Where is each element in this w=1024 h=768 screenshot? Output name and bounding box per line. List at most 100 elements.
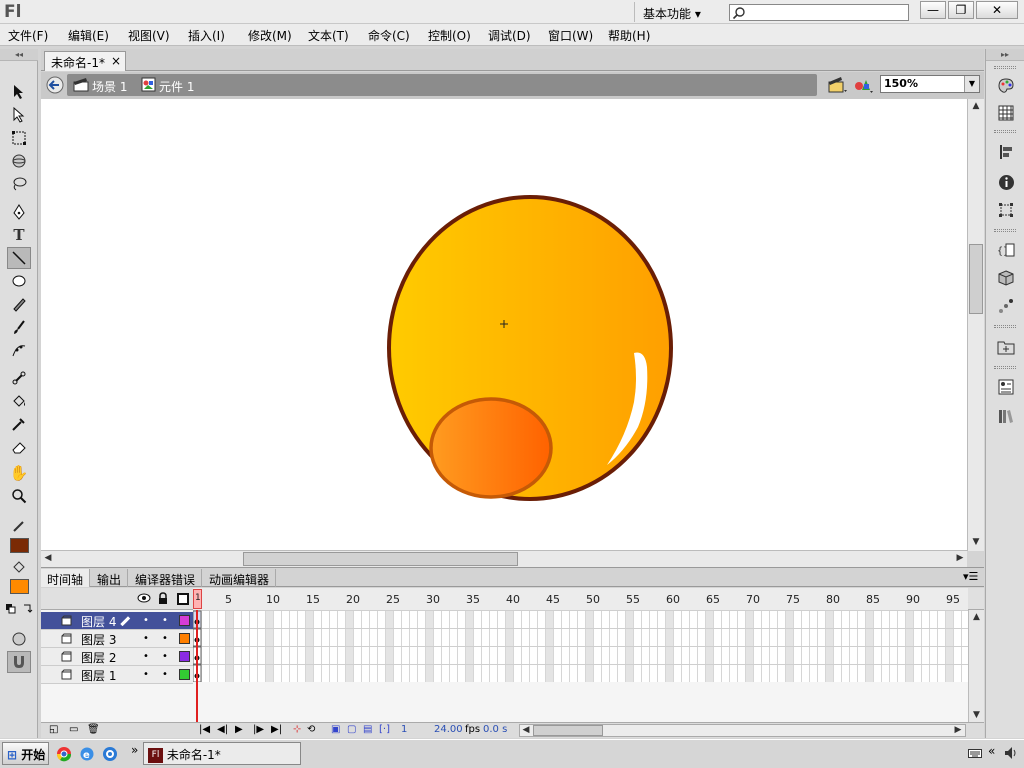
eraser-tool-icon[interactable] — [7, 436, 31, 458]
line-tool-icon[interactable] — [7, 247, 31, 269]
chrome-icon[interactable] — [56, 746, 72, 762]
menu-insert[interactable]: 插入(I) — [188, 27, 225, 44]
bone-tool-icon[interactable] — [7, 367, 31, 389]
library-panel-icon[interactable] — [995, 405, 1017, 427]
restore-button[interactable]: ❐ — [948, 1, 974, 19]
scroll-right-icon[interactable]: ▶ — [953, 551, 967, 567]
scroll-up-icon[interactable]: ▲ — [968, 99, 984, 115]
layer-row[interactable]: 图层 1 • • — [41, 666, 193, 684]
step-back-icon[interactable]: ◀| — [217, 724, 228, 735]
motion-presets-icon[interactable] — [995, 295, 1017, 317]
layer-row[interactable]: 图层 3 • • — [41, 630, 193, 648]
lasso-tool-icon[interactable] — [7, 173, 31, 195]
zoom-select[interactable]: 150% ▼ — [880, 75, 980, 93]
snap-to-objects-icon[interactable] — [7, 651, 31, 673]
components-panel-icon[interactable] — [995, 267, 1017, 289]
vertical-scroll-thumb[interactable] — [969, 244, 983, 314]
properties-panel-icon[interactable] — [995, 376, 1017, 398]
zoom-tool-icon[interactable] — [7, 485, 31, 507]
play-icon[interactable]: ▶ — [235, 724, 243, 735]
onion-outline-icon[interactable]: ▢ — [347, 724, 356, 735]
layer-row[interactable]: 图层 2 • • — [41, 648, 193, 666]
new-folder-icon[interactable]: ▭ — [69, 724, 78, 735]
layer-lock-dot[interactable]: • — [162, 633, 168, 644]
pen-tool-icon[interactable] — [7, 201, 31, 223]
volume-icon[interactable] — [1004, 746, 1018, 760]
layer-visibility-dot[interactable]: • — [143, 669, 149, 680]
brush-tool-icon[interactable] — [7, 316, 31, 338]
swap-colors-icon[interactable] — [4, 602, 36, 616]
edit-symbols-icon[interactable] — [853, 76, 875, 94]
close-button[interactable]: ✕ — [976, 1, 1018, 19]
panel-collapse-grip[interactable]: ◂◂ — [0, 49, 38, 61]
new-layer-icon[interactable]: ◱ — [49, 724, 58, 735]
tray-chevron[interactable]: « — [988, 744, 995, 758]
frame-ruler[interactable]: 1 5 10 15 20 25 30 35 40 45 50 55 60 65 … — [193, 588, 968, 610]
layer-outline-swatch[interactable] — [179, 651, 190, 662]
selection-tool-icon[interactable] — [7, 81, 31, 103]
stage-vertical-scrollbar[interactable]: ▲ ▼ — [967, 99, 984, 551]
quick-launch-chevron[interactable]: » — [131, 743, 138, 757]
edit-multiple-frames-icon[interactable]: ▤ — [363, 724, 372, 735]
scroll-down-icon[interactable]: ▼ — [969, 708, 984, 722]
layer-visibility-dot[interactable]: • — [143, 615, 149, 626]
onion-skin-icon[interactable]: ▣ — [331, 724, 340, 735]
code-snippets-icon[interactable]: {} — [995, 239, 1017, 261]
layer-outline-swatch[interactable] — [179, 615, 190, 626]
scroll-left-icon[interactable]: ◀ — [520, 723, 532, 738]
step-forward-icon[interactable]: |▶ — [253, 724, 264, 735]
info-panel-icon[interactable] — [995, 171, 1017, 193]
align-panel-icon[interactable] — [995, 141, 1017, 163]
layer-lock-dot[interactable]: • — [162, 615, 168, 626]
delete-layer-icon[interactable]: 🗑 — [87, 724, 100, 735]
layer-row[interactable]: 图层 4 • • — [41, 612, 193, 630]
stroke-color-swatch[interactable] — [10, 538, 29, 553]
transform-panel-icon[interactable] — [995, 199, 1017, 221]
close-tab-icon[interactable]: × — [111, 54, 121, 68]
tab-timeline[interactable]: 时间轴 — [41, 569, 91, 587]
project-panel-icon[interactable] — [995, 336, 1017, 358]
hand-tool-icon[interactable]: ✋ — [7, 462, 31, 484]
menu-text[interactable]: 文本(T) — [308, 27, 349, 44]
menu-edit[interactable]: 编辑(E) — [68, 27, 109, 44]
tab-motion-editor[interactable]: 动画编辑器 — [203, 569, 277, 587]
eyedropper-tool-icon[interactable] — [7, 413, 31, 435]
search-input[interactable] — [729, 4, 909, 21]
app-gear-icon[interactable] — [102, 746, 118, 762]
ie-icon[interactable]: e — [79, 746, 95, 762]
scroll-left-icon[interactable]: ◀ — [41, 551, 55, 567]
menu-help[interactable]: 帮助(H) — [608, 27, 650, 44]
layer-lock-dot[interactable]: • — [162, 669, 168, 680]
pencil-tool-icon[interactable] — [7, 293, 31, 315]
layer-lock-dot[interactable]: • — [162, 651, 168, 662]
taskbar-task-flash[interactable]: Fl 未命名-1* — [143, 742, 301, 765]
start-button[interactable]: ⊞ 开始 — [2, 742, 49, 765]
menu-file[interactable]: 文件(F) — [8, 27, 48, 44]
workspace-switcher[interactable]: 基本功能 ▾ — [634, 2, 714, 22]
scroll-up-icon[interactable]: ▲ — [969, 610, 984, 624]
text-tool-icon[interactable]: T — [7, 224, 31, 246]
stage-horizontal-scrollbar[interactable]: ◀ ▶ — [41, 550, 967, 567]
onion-markers-icon[interactable]: [·] — [379, 724, 390, 735]
frame-rate[interactable]: 24.00 — [434, 724, 463, 735]
keyboard-icon[interactable] — [968, 747, 982, 759]
frames-grid[interactable] — [193, 610, 968, 682]
layer-visibility-dot[interactable]: • — [143, 651, 149, 662]
outline-all-icon[interactable] — [177, 593, 189, 605]
tab-compiler-errors[interactable]: 编译器错误 — [129, 569, 203, 587]
menu-debug[interactable]: 调试(D) — [488, 27, 531, 44]
current-frame[interactable]: 1 — [401, 724, 407, 735]
menu-view[interactable]: 视图(V) — [128, 27, 170, 44]
oval-tool-icon[interactable] — [7, 270, 31, 292]
first-frame-icon[interactable]: |◀ — [199, 724, 210, 735]
scroll-down-icon[interactable]: ▼ — [968, 535, 984, 551]
lock-all-icon[interactable] — [157, 592, 169, 605]
dock-expand-grip[interactable]: ▸▸ — [986, 49, 1024, 61]
tab-output[interactable]: 输出 — [91, 569, 129, 587]
layer-outline-swatch[interactable] — [179, 633, 190, 644]
layer-outline-swatch[interactable] — [179, 669, 190, 680]
swatches-panel-icon[interactable] — [995, 102, 1017, 124]
document-tab[interactable]: 未命名-1* × — [44, 51, 126, 71]
menu-commands[interactable]: 命令(C) — [368, 27, 410, 44]
breadcrumb-symbol[interactable]: 元件 1 — [159, 78, 194, 95]
